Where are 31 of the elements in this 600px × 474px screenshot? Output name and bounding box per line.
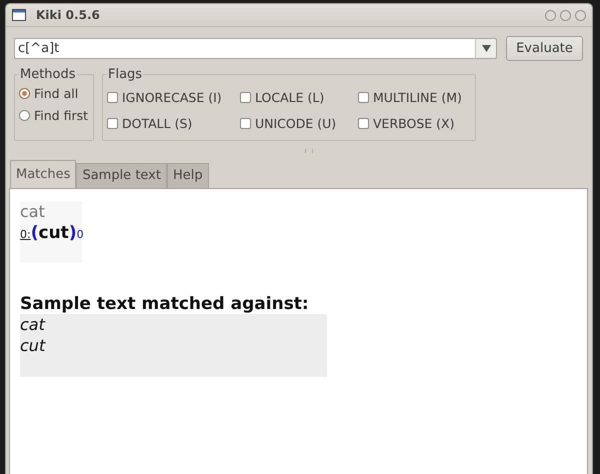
close-button[interactable] [575,10,586,20]
tab[interactable]: Sample text [76,163,167,188]
tab[interactable]: Matches [10,160,76,188]
sample-line: cut [20,335,47,356]
checkbox-option[interactable]: LOCALE (L) [240,86,358,108]
group-open-paren: ( [30,222,38,244]
matched-text: cut [38,222,69,244]
sample-heading: Sample text matched against: [20,294,310,314]
group-title: Methods [19,67,77,82]
group-index: 0 [76,227,84,243]
caret-icon [482,45,490,52]
checkbox-option[interactable]: MULTILINE (M) [358,86,471,108]
radio-option[interactable]: Find all [19,82,89,104]
checkbox-option[interactable]: UNICODE (U) [240,112,358,134]
match-index: 0: [20,227,31,243]
checkbox-option[interactable]: IGNORECASE (I) [107,86,240,108]
unmatched-line: cat [20,202,46,222]
minimize-button[interactable] [545,10,556,20]
maximize-button[interactable] [560,10,571,20]
sample-line: cat [20,314,46,335]
evaluate-button[interactable]: Evaluate [506,36,583,61]
window-title: Kiki 0.5.6 [36,8,100,22]
group-close-paren: ) [68,222,77,244]
checkbox-option[interactable]: VERBOSE (X) [358,112,471,134]
window-icon [12,9,26,21]
regex-field[interactable]: c[^a]t [14,38,475,59]
dropdown-button[interactable] [475,38,497,59]
group-title: Flags [107,67,144,82]
checkbox-option[interactable]: DOTALL (S) [107,112,240,134]
radio-option[interactable]: Find first [19,104,89,126]
tab[interactable]: Help [166,163,209,188]
